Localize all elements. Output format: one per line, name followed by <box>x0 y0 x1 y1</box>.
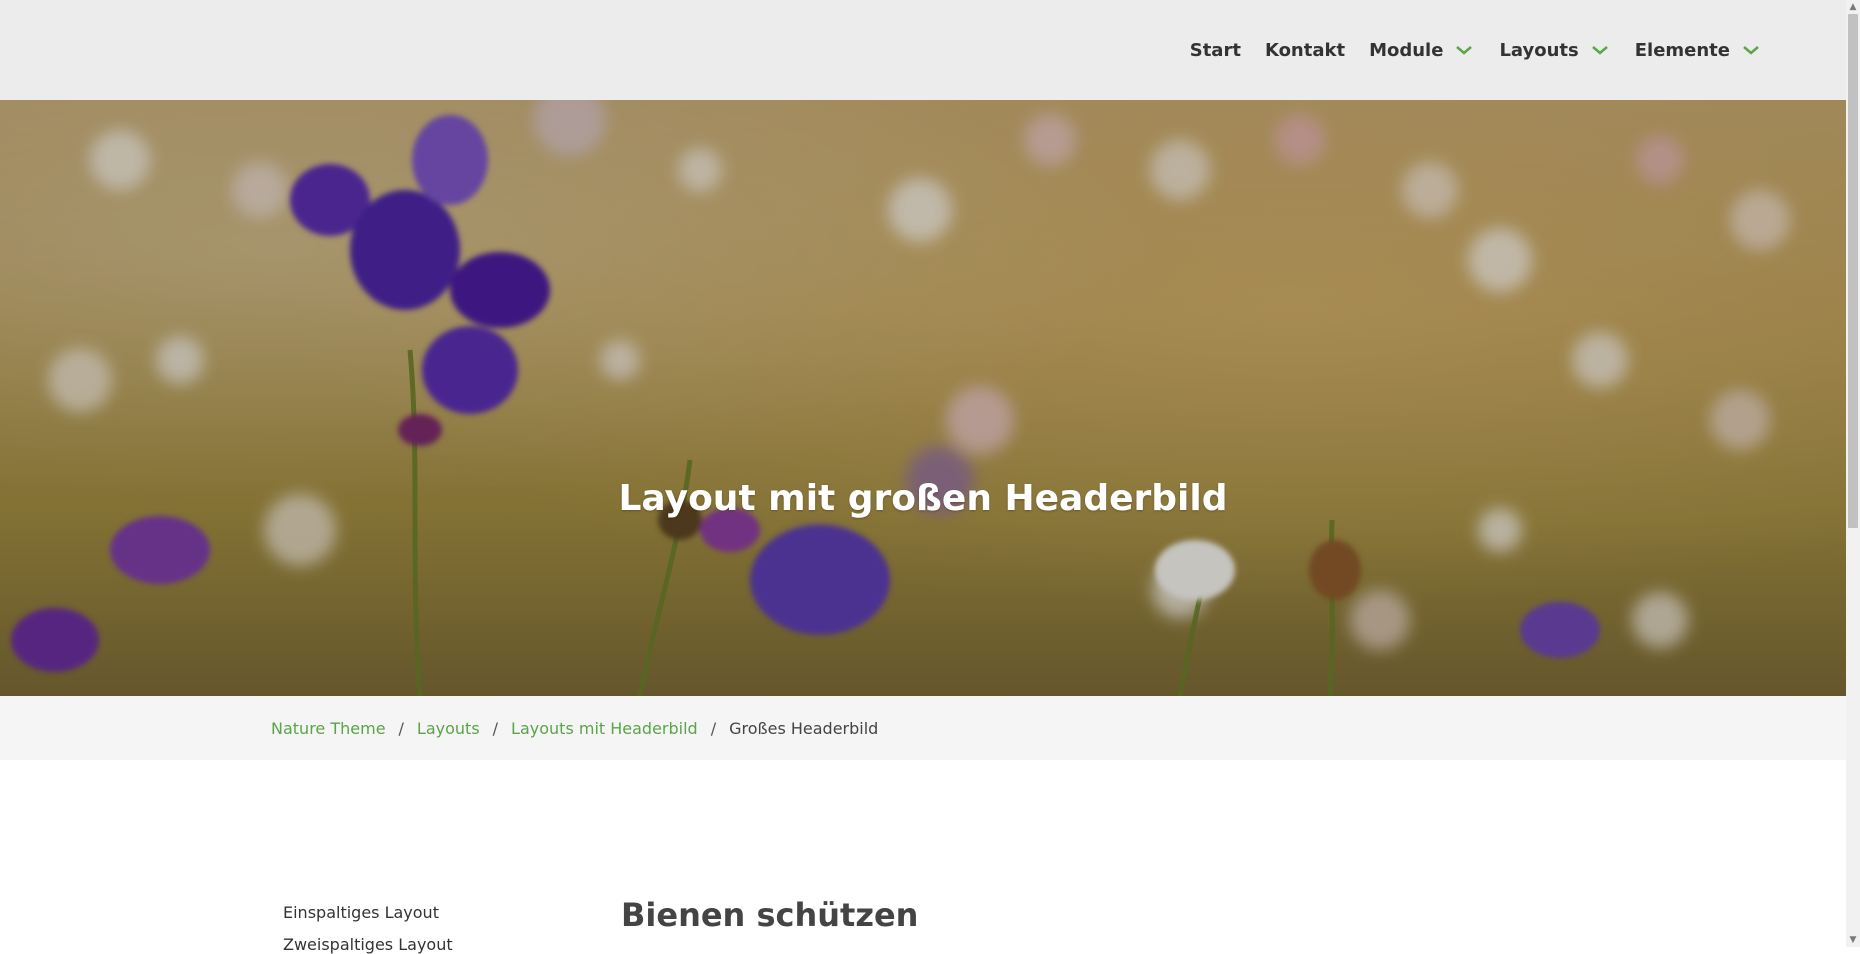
nav-item-label: Module <box>1369 39 1444 61</box>
hero-background-image <box>11 100 1790 696</box>
breadcrumb-separator: / <box>492 718 499 738</box>
page-scrollbar[interactable]: ▲ ▼ <box>1846 0 1860 947</box>
nav-item-label: Elemente <box>1634 39 1730 61</box>
nav-item-start[interactable]: Start <box>1190 40 1241 61</box>
site-header: Start Kontakt Module Layouts Elemente <box>0 0 1846 100</box>
nav-item-kontakt[interactable]: Kontakt <box>1265 40 1345 61</box>
content-heading: Bienen schützen <box>621 896 919 934</box>
breadcrumb-current: Großes Headerbild <box>729 718 879 738</box>
nav-item-label: Kontakt <box>1264 39 1346 61</box>
chevron-down-icon <box>1456 46 1473 55</box>
breadcrumb-separator: / <box>710 718 717 738</box>
breadcrumb-bar: Nature Theme / Layouts / Layouts mit Hea… <box>0 696 1846 760</box>
chevron-down-icon <box>1591 46 1608 55</box>
chevron-down-icon <box>1743 46 1759 55</box>
hero-banner: Layout mit großen Headerbild <box>0 100 1846 696</box>
breadcrumb-link-layouts-mit-headerbild[interactable]: Layouts mit Headerbild <box>511 719 698 738</box>
scroll-down-icon[interactable]: ▼ <box>1846 933 1860 947</box>
nav-item-label: Start <box>1189 39 1241 61</box>
breadcrumb-separator: / <box>398 718 404 738</box>
nav-item-elemente[interactable]: Elemente <box>1635 40 1762 61</box>
breadcrumb-link-layouts[interactable]: Layouts <box>417 719 480 738</box>
page-title: Layout mit großen Headerbild <box>618 478 1228 519</box>
sidebar-item-zweispaltiges-layout[interactable]: Zweispaltiges Layout <box>283 935 453 954</box>
breadcrumb: Nature Theme / Layouts / Layouts mit Hea… <box>271 696 878 760</box>
main-nav: Start Kontakt Module Layouts Elemente <box>1166 0 1762 100</box>
scrollbar-thumb[interactable] <box>1848 14 1858 528</box>
sidebar-item-einspaltiges-layout[interactable]: Einspaltiges Layout <box>283 903 439 922</box>
nav-item-label: Layouts <box>1499 39 1579 61</box>
nav-item-module[interactable]: Module <box>1369 40 1475 61</box>
nav-item-layouts[interactable]: Layouts <box>1499 40 1610 61</box>
breadcrumb-link-nature-theme[interactable]: Nature Theme <box>271 719 386 738</box>
scroll-up-icon[interactable]: ▲ <box>1846 0 1860 14</box>
